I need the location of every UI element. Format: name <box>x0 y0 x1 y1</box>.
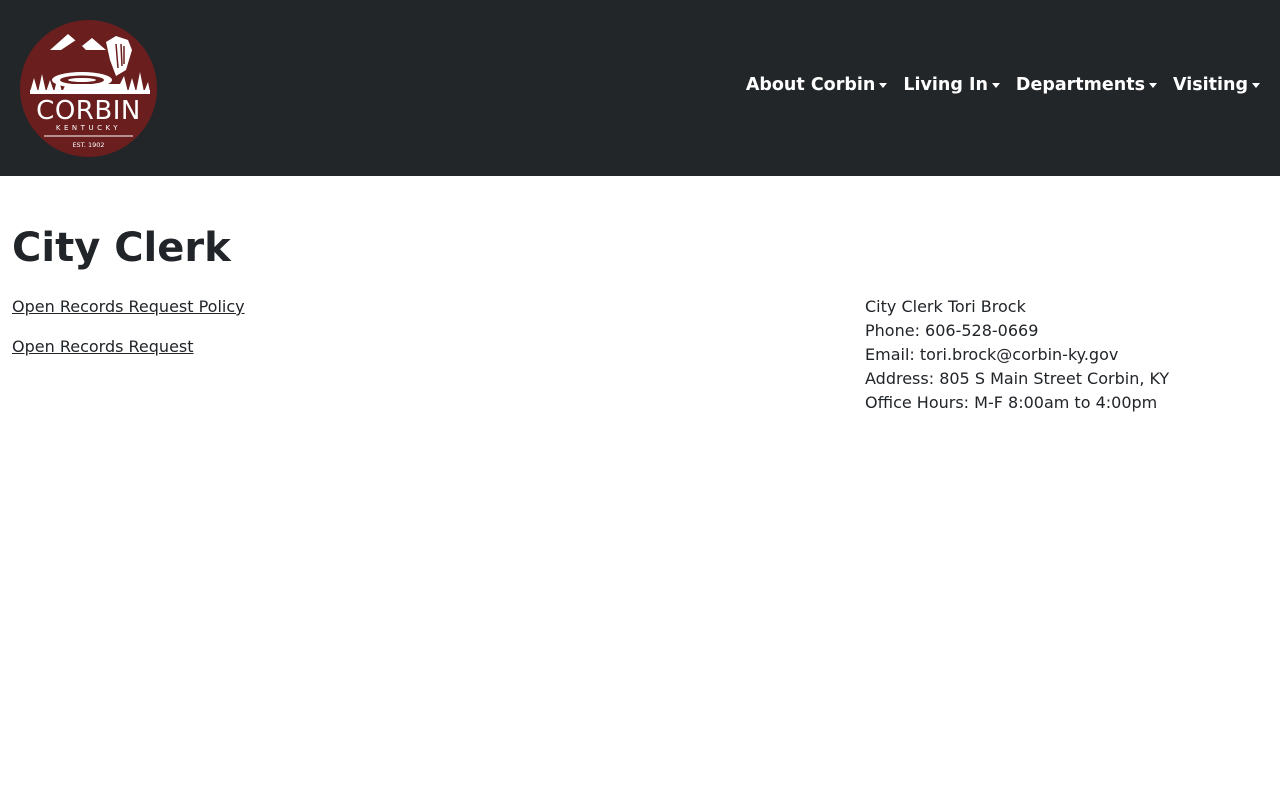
nav-departments-label: Departments <box>1015 75 1145 95</box>
nav-about-corbin-label: About Corbin <box>745 75 876 95</box>
city-logo[interactable]: CORBIN KENTUCKY EST. 1902 <box>20 20 157 157</box>
contact-name: City Clerk Tori Brock <box>865 297 1026 316</box>
caret-down-icon <box>1149 82 1157 88</box>
caret-down-icon <box>879 82 888 88</box>
contact-phone: Phone: 606-528-0669 <box>865 321 1039 340</box>
nav-visiting-label: Visiting <box>1173 75 1248 95</box>
open-records-request-link[interactable]: Open Records Request <box>12 335 194 359</box>
contact-hours: Office Hours: M-F 8:00am to 4:00pm <box>865 393 1158 412</box>
svg-text:EST. 1902: EST. 1902 <box>72 141 104 149</box>
nav-about-corbin[interactable]: About Corbin <box>746 75 888 95</box>
nav-visiting[interactable]: Visiting <box>1173 75 1260 95</box>
nav-living-in-label: Living In <box>903 75 988 95</box>
page-title: City Clerk <box>12 225 231 271</box>
nav-living-in[interactable]: Living In <box>903 75 1000 95</box>
contact-email: Email: tori.brock@corbin-ky.gov <box>865 345 1119 364</box>
site-header: CORBIN KENTUCKY EST. 1902 About Corbin L… <box>0 0 1280 176</box>
nav-departments[interactable]: Departments <box>1016 75 1157 95</box>
main-nav: About Corbin Living In Departments Visit… <box>746 75 1260 95</box>
open-records-policy-link[interactable]: Open Records Request Policy <box>12 295 245 319</box>
caret-down-icon <box>991 82 1000 88</box>
caret-down-icon <box>1252 82 1260 88</box>
city-seal-icon: CORBIN KENTUCKY EST. 1902 <box>20 20 157 157</box>
contact-info: City Clerk Tori Brock Phone: 606-528-066… <box>865 295 1169 415</box>
svg-text:CORBIN: CORBIN <box>36 96 141 126</box>
contact-address: Address: 805 S Main Street Corbin, KY <box>865 369 1170 388</box>
svg-text:KENTUCKY: KENTUCKY <box>56 124 121 132</box>
